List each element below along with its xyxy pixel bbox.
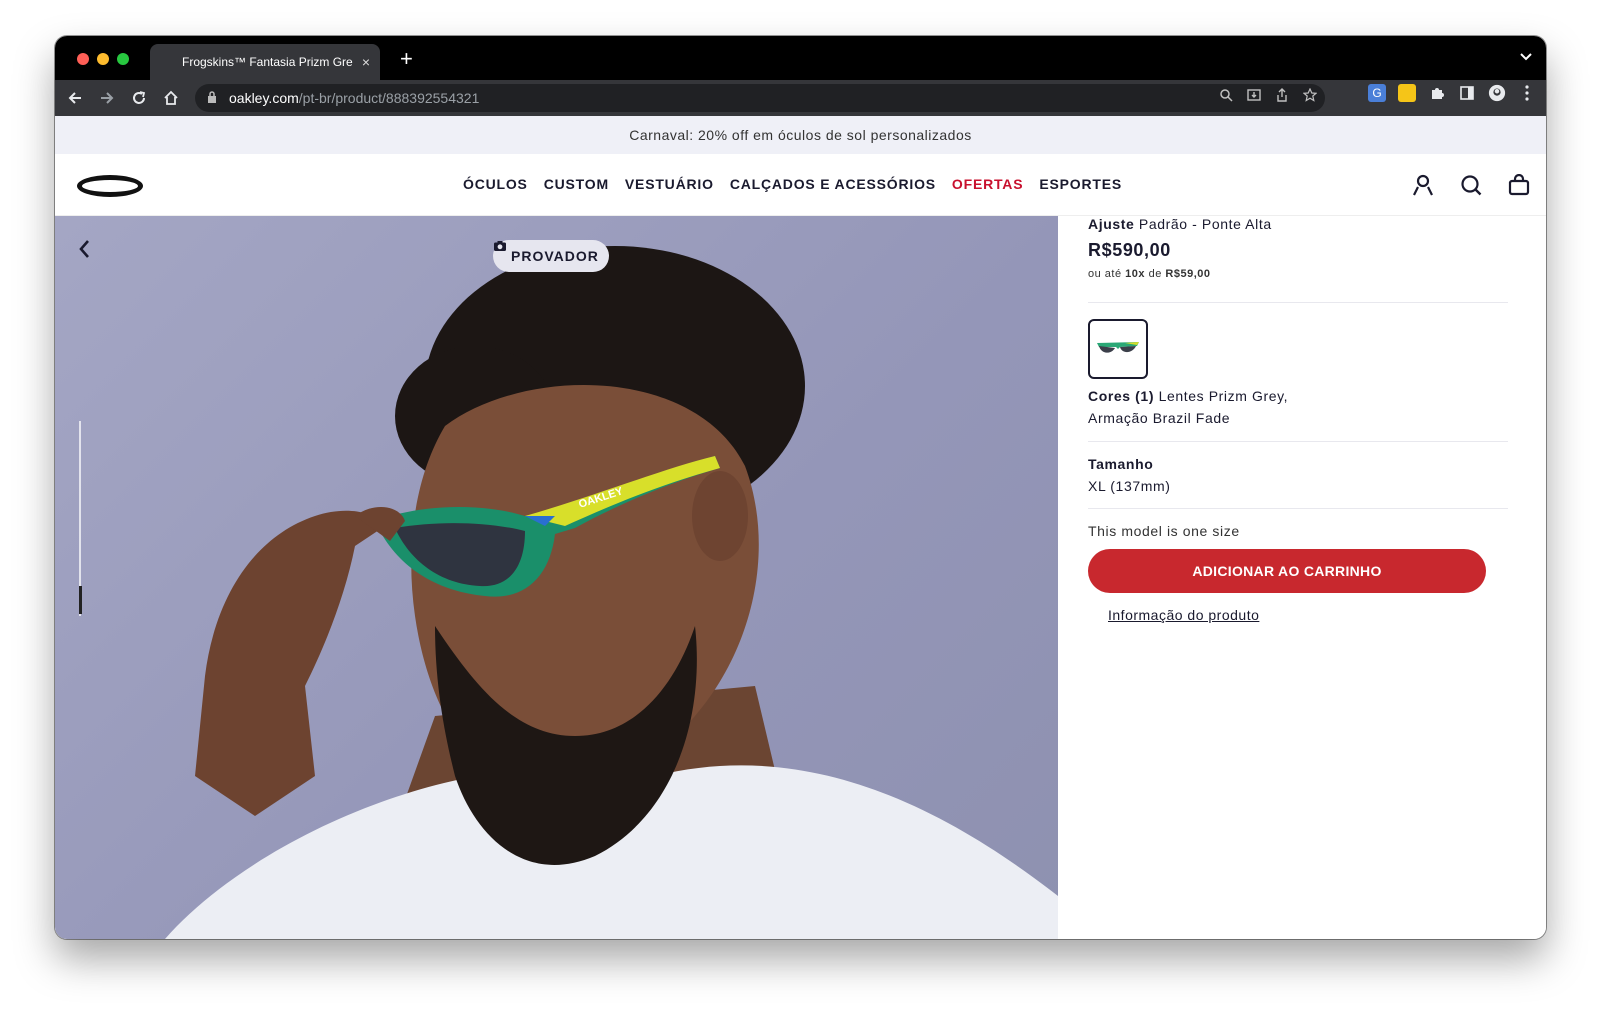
tab-close-icon[interactable]: × <box>362 54 370 70</box>
nav-item-vestuario[interactable]: VESTUÁRIO <box>625 176 714 192</box>
nav-item-ofertas[interactable]: OFERTAS <box>952 176 1023 192</box>
divider <box>1088 441 1508 442</box>
divider <box>1088 302 1508 303</box>
url-path: /pt-br/product/888392554321 <box>298 90 480 106</box>
product-price: R$590,00 <box>1088 240 1171 260</box>
one-size-note: This model is one size <box>1088 523 1240 539</box>
web-page: Carnaval: 20% off em óculos de sol perso… <box>55 116 1546 939</box>
home-icon[interactable] <box>155 82 187 114</box>
promo-banner[interactable]: Carnaval: 20% off em óculos de sol perso… <box>55 116 1546 154</box>
fit-label: Ajuste <box>1088 216 1135 232</box>
notes-extension-icon[interactable] <box>1398 84 1416 102</box>
browser-toolbar: oakley.com/pt-br/product/888392554321 G <box>55 80 1546 116</box>
tab-search-chevron-icon[interactable] <box>1520 50 1532 64</box>
window-controls <box>77 53 129 65</box>
lock-icon <box>207 90 217 106</box>
browser-window: Frogskins™ Fantasia Prizm Gre × + oakley… <box>55 36 1546 939</box>
oakley-logo[interactable] <box>77 175 143 197</box>
back-icon[interactable] <box>59 82 91 114</box>
size-label: Tamanho <box>1088 456 1154 472</box>
bookmark-star-icon[interactable] <box>1302 87 1318 105</box>
extensions-puzzle-icon[interactable] <box>1428 84 1446 102</box>
installments-prefix: ou até <box>1088 268 1122 280</box>
installments-line: ou até 10x de R$59,00 <box>1088 268 1508 280</box>
browser-menu-icon[interactable] <box>1518 84 1536 102</box>
fit-value: Padrão - Ponte Alta <box>1138 216 1272 232</box>
tab-title: Frogskins™ Fantasia Prizm Gre <box>182 55 353 69</box>
address-bar[interactable]: oakley.com/pt-br/product/888392554321 <box>195 84 1325 112</box>
product-image[interactable]: OAKLEY PROVADOR <box>55 216 1058 939</box>
fit-line: Ajuste Padrão - Ponte Alta <box>1088 216 1508 232</box>
reload-icon[interactable] <box>123 82 155 114</box>
installments-count: 10x <box>1125 268 1146 280</box>
try-on-label: PROVADOR <box>511 248 599 264</box>
back-chevron-icon[interactable] <box>77 238 95 260</box>
profile-avatar-icon[interactable] <box>1488 84 1506 102</box>
zoom-window-button[interactable] <box>117 53 129 65</box>
account-icon[interactable] <box>1410 172 1436 198</box>
nav-item-oculos[interactable]: ÓCULOS <box>463 176 528 192</box>
translate-extension-icon[interactable]: G <box>1368 84 1386 102</box>
search-icon[interactable] <box>1458 172 1484 198</box>
side-panel-icon[interactable] <box>1458 84 1476 102</box>
add-to-cart-button[interactable]: ADICIONAR AO CARRINHO <box>1088 549 1486 593</box>
omnibox-actions <box>1219 87 1318 105</box>
header-actions <box>1410 172 1532 198</box>
url-host: oakley.com <box>229 90 299 106</box>
install-app-icon[interactable] <box>1247 88 1261 105</box>
main-nav: ÓCULOS CUSTOM VESTUÁRIO CALÇADOS E ACESS… <box>463 176 1122 192</box>
minimize-window-button[interactable] <box>97 53 109 65</box>
cart-bag-icon[interactable] <box>1506 172 1532 198</box>
gallery-scroll-thumb[interactable] <box>79 586 82 614</box>
installments-mid: de <box>1148 268 1162 280</box>
nav-item-custom[interactable]: CUSTOM <box>544 176 609 192</box>
forward-icon[interactable] <box>91 82 123 114</box>
nav-item-calcados-acessorios[interactable]: CALÇADOS E ACESSÓRIOS <box>730 176 936 192</box>
share-icon[interactable] <box>1275 88 1289 105</box>
color-swatch[interactable] <box>1088 319 1148 379</box>
product-info-panel: Ajuste Padrão - Ponte Alta R$590,00 ou a… <box>1088 216 1508 625</box>
zoom-search-icon[interactable] <box>1219 88 1233 105</box>
extensions-area: G <box>1368 84 1536 102</box>
divider <box>1088 508 1508 509</box>
site-header: ÓCULOS CUSTOM VESTUÁRIO CALÇADOS E ACESS… <box>55 154 1546 216</box>
colors-line: Cores (1) Lentes Prizm Grey, Armação Bra… <box>1088 385 1328 429</box>
sunglasses-thumbnail-icon <box>1097 342 1139 353</box>
active-tab[interactable]: Frogskins™ Fantasia Prizm Gre × <box>150 44 380 80</box>
nav-item-esportes[interactable]: ESPORTES <box>1039 176 1122 192</box>
tab-strip: Frogskins™ Fantasia Prizm Gre × + <box>55 36 1546 80</box>
installments-value: R$59,00 <box>1165 268 1211 280</box>
virtual-try-on-button[interactable]: PROVADOR <box>493 240 609 272</box>
new-tab-button[interactable]: + <box>400 48 413 70</box>
close-window-button[interactable] <box>77 53 89 65</box>
colors-label: Cores (1) <box>1088 388 1155 404</box>
model-wearing-sunglasses-illustration: OAKLEY <box>165 246 1058 939</box>
product-info-link[interactable]: Informação do produto <box>1108 607 1259 623</box>
size-value: XL (137mm) <box>1088 478 1171 494</box>
